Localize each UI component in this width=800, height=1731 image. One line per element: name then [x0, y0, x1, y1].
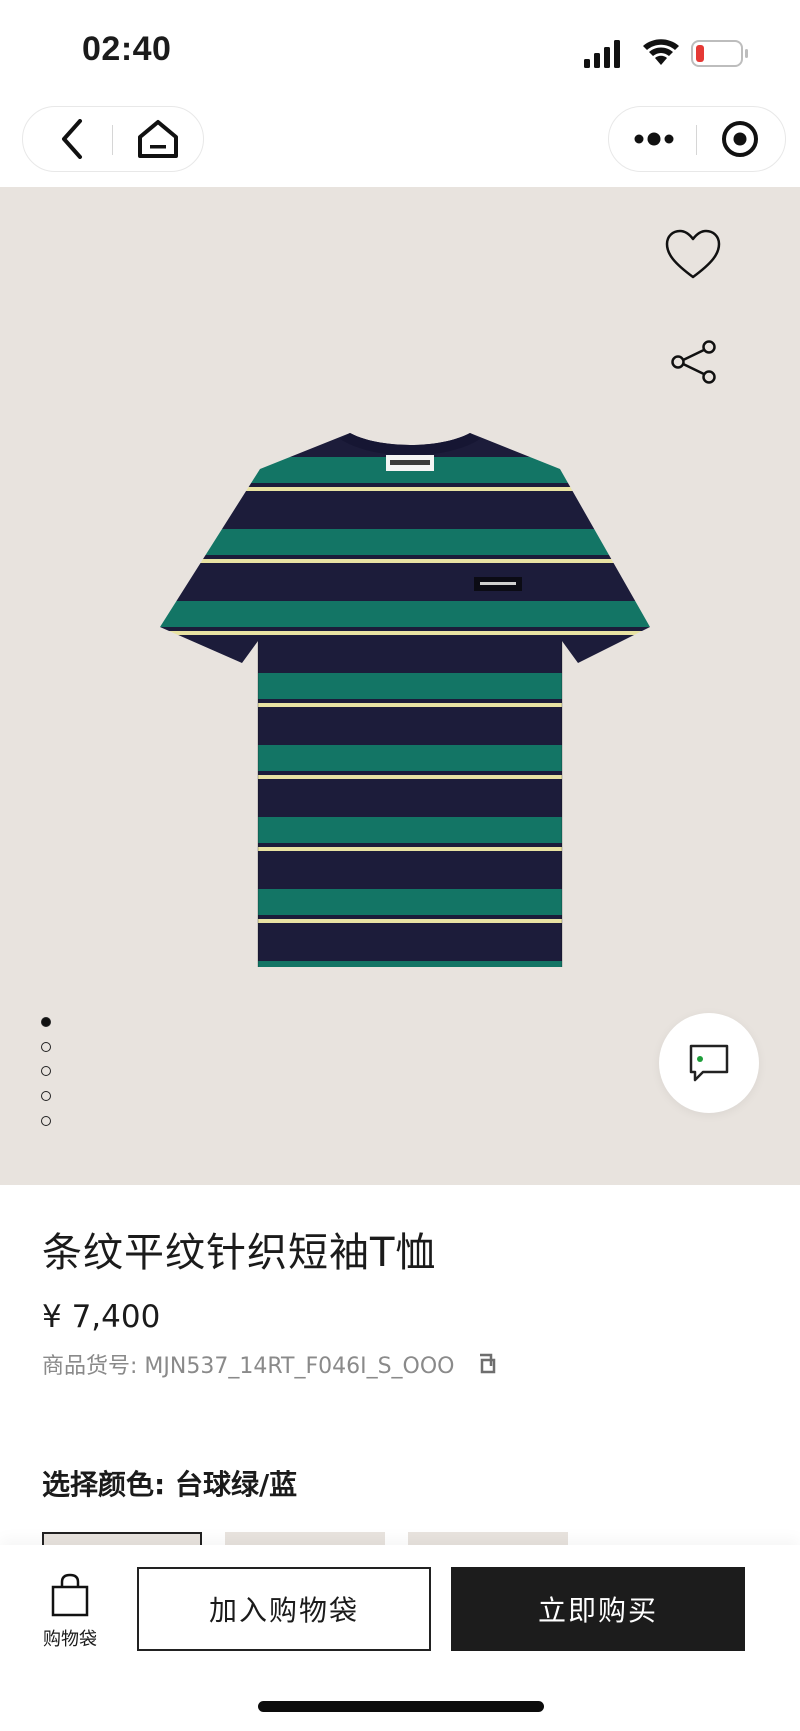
gallery-dot[interactable] — [41, 1116, 51, 1126]
chat-bubble-icon — [689, 1044, 729, 1082]
heart-icon — [665, 229, 721, 279]
gallery-dot[interactable] — [41, 1042, 51, 1052]
buy-now-button[interactable]: 立即购买 — [451, 1567, 745, 1651]
wishlist-button[interactable] — [660, 225, 726, 285]
sku-text: 商品货号: MJN537_14RT_F046I_S_OOO — [42, 1354, 455, 1379]
product-sku: 商品货号: MJN537_14RT_F046I_S_OOO — [42, 1348, 499, 1380]
product-price: ¥ 7,400 — [42, 1299, 161, 1335]
customer-service-button[interactable] — [659, 1013, 759, 1113]
close-miniprogram-button[interactable] — [707, 107, 773, 171]
home-icon — [138, 120, 178, 158]
home-button[interactable] — [123, 107, 193, 171]
back-button[interactable] — [43, 107, 103, 171]
nav-capsule-left — [22, 106, 204, 172]
gallery-dot[interactable] — [41, 1091, 51, 1101]
status-icons — [584, 38, 754, 70]
shopping-bag-label: 购物袋 — [43, 1629, 97, 1650]
product-image — [160, 433, 650, 967]
gallery-dot[interactable] — [41, 1017, 51, 1027]
add-to-bag-button[interactable]: 加入购物袋 — [137, 1567, 431, 1651]
battery-icon — [691, 40, 748, 67]
gallery-dot[interactable] — [41, 1066, 51, 1076]
shopping-bag-icon — [51, 1573, 89, 1617]
copy-icon[interactable] — [475, 1352, 499, 1376]
nav-capsule-right — [608, 106, 786, 172]
status-time: 02:40 — [82, 30, 172, 68]
target-circle-icon — [722, 121, 758, 157]
chevron-left-icon — [62, 119, 82, 159]
more-button[interactable] — [623, 107, 685, 171]
home-indicator[interactable] — [258, 1701, 544, 1712]
shopping-bag-button[interactable]: 购物袋 — [30, 1573, 110, 1651]
more-dots-icon — [634, 132, 674, 146]
wifi-icon — [643, 39, 679, 65]
product-title: 条纹平纹针织短袖T恤 — [42, 1230, 437, 1276]
color-select-label: 选择颜色: 台球绿/蓝 — [42, 1468, 298, 1501]
share-button[interactable] — [665, 337, 721, 387]
signal-icon — [584, 40, 620, 68]
share-icon — [671, 340, 716, 384]
